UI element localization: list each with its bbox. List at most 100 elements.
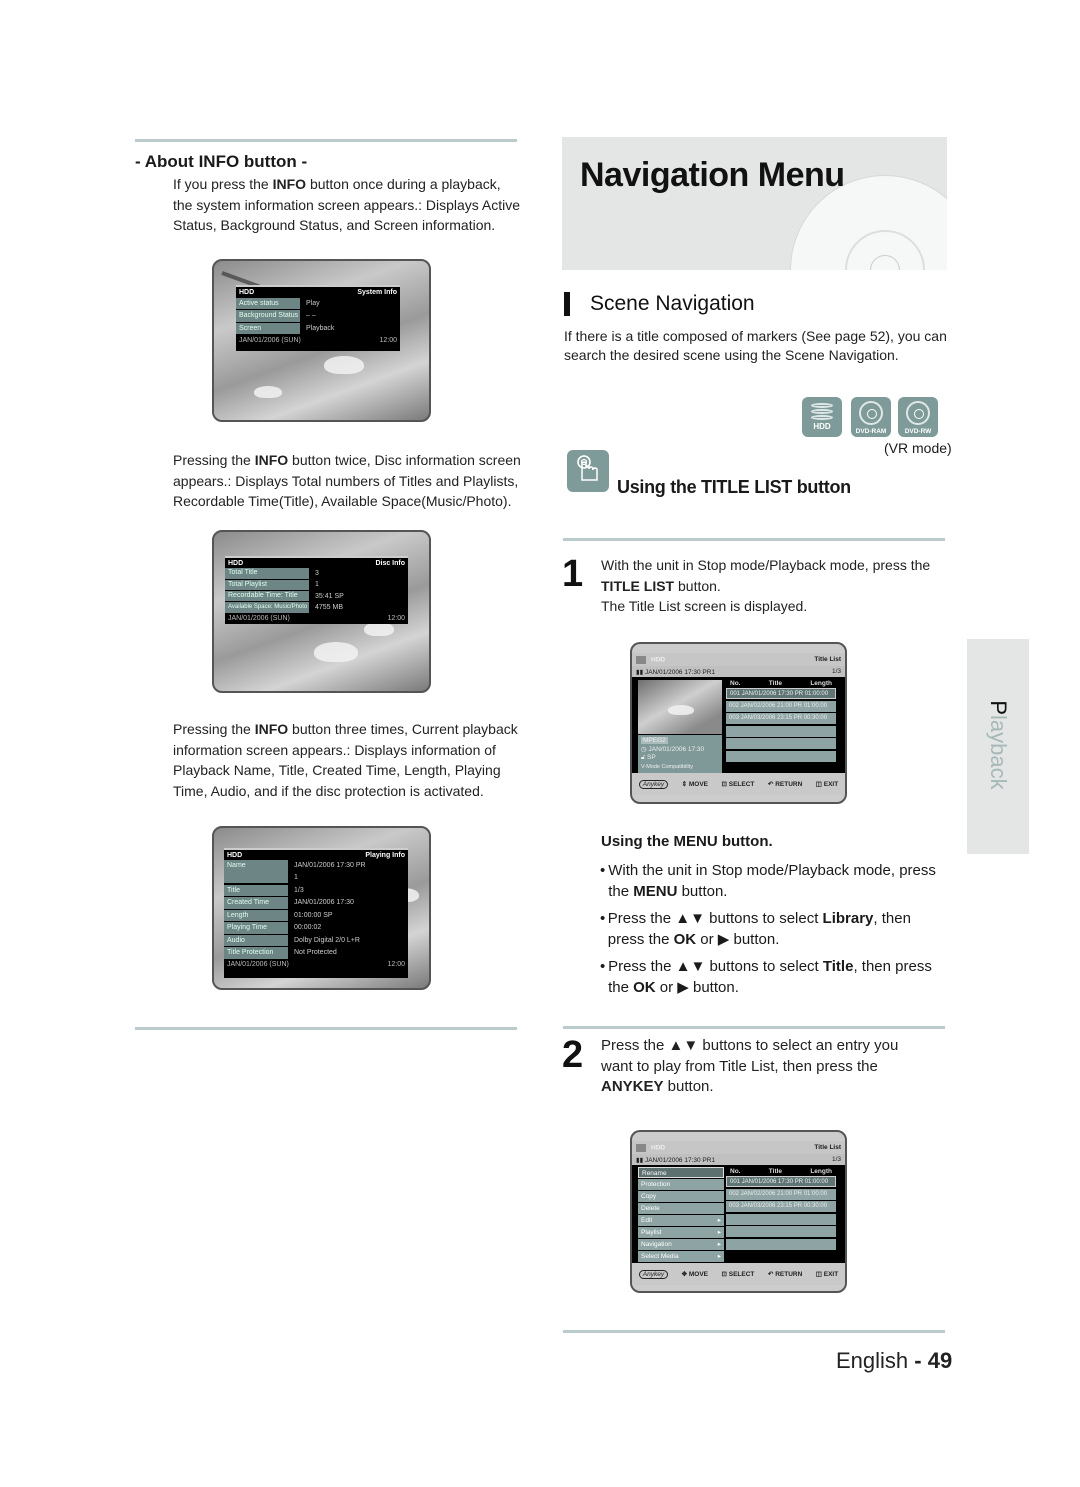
title-row[interactable]: 002 JAN/02/2006 21:00 PR 01:00:00	[726, 700, 836, 712]
title-row-empty	[726, 738, 836, 750]
title-list-footer: Anykey ✥ MOVE ⊡ SELECT ↶ RETURN ◫ EXIT	[632, 1263, 845, 1285]
bullet-item: • Press the ▲▼ buttons to select Library…	[600, 910, 911, 948]
footer-rule	[563, 1330, 945, 1333]
disc-info-screenshot: HDD Disc Info Total Title 3 Total Playlist…	[212, 530, 431, 693]
system-info-screenshot: HDD System Info Active status Play Backgro…	[212, 259, 431, 422]
menu-item-select-media[interactable]: Select Media ▸	[638, 1251, 724, 1262]
anykey-button[interactable]: Anykey	[638, 1269, 669, 1279]
return-hint: ↶ RETURN	[767, 781, 803, 788]
menu-item-copy[interactable]: Copy	[638, 1191, 724, 1202]
title-row-empty	[726, 1213, 836, 1225]
page-number: 49	[927, 1348, 953, 1373]
step-2-text: Press the ▲▼ buttons to select an entry …	[601, 1037, 899, 1095]
osd-row: Audio Dolby Digital 2/0 L+R	[224, 934, 408, 947]
step-number-1: 1	[562, 553, 584, 595]
osd-row: Background Status – –	[236, 310, 400, 323]
title-row-empty	[726, 1226, 836, 1238]
updown-icon: ⇕	[681, 781, 689, 788]
title-list-footer: Anykey ⇕ MOVE ⊡ SELECT ↶ RETURN ◫ EXIT	[632, 773, 845, 795]
bullet-item: • Press the ▲▼ buttons to select Title, …	[600, 958, 932, 996]
menu-bullets: • With the unit in Stop mode/Playback mo…	[600, 860, 945, 998]
select-hint: ⊡ SELECT	[721, 1271, 755, 1278]
title-list: No. Title Length 001 JAN/01/2006 17:30 PR …	[726, 1167, 836, 1252]
subsection-title: Using the TITLE LIST button	[617, 477, 851, 497]
menu-item-playlist[interactable]: Playlist ▸	[638, 1227, 724, 1238]
options-menu: Rename Protection Copy Delete Edit ▸ Play…	[638, 1167, 724, 1263]
dvd-ram-icon: DVD-RAM	[851, 397, 891, 437]
seagull-image	[314, 642, 358, 662]
bullet-item: • With the unit in Stop mode/Playback mo…	[600, 862, 936, 900]
osd-row: Total Playlist 1	[225, 579, 408, 591]
menu-item-edit[interactable]: Edit ▸	[638, 1215, 724, 1226]
title-row-empty	[726, 725, 836, 737]
playing-info-osd: HDD Playing Info Name JAN/01/2006 17:30 PR…	[224, 848, 408, 978]
exit-icon: ◫	[815, 1271, 824, 1278]
anykey-button[interactable]: Anykey	[638, 779, 669, 789]
select-hint: ⊡ SELECT	[721, 781, 755, 788]
title-row-empty	[726, 1238, 836, 1250]
title-row[interactable]: 001 JAN/01/2006 17:30 PR 01:00:00	[726, 688, 836, 699]
hdd-badge-icon	[636, 655, 646, 664]
hdd-badge-icon	[636, 1143, 646, 1152]
osd-row: Playing Time 00:00:02	[224, 922, 408, 935]
section-marker	[564, 292, 570, 316]
page-footer: English - 49	[836, 1348, 953, 1373]
playing-info-screenshot: HDD Playing Info Name JAN/01/2006 17:30 PR…	[212, 826, 431, 990]
title-row[interactable]: 003 JAN/03/2006 23:15 PR 00:30:00	[726, 713, 836, 725]
osd-row: Created Time JAN/01/2006 17:30	[224, 897, 408, 910]
step-1-text: With the unit in Stop mode/Playback mode…	[601, 557, 931, 614]
osd-row: Length 01:00:00 SP	[224, 909, 408, 922]
film-icon: ▮▮	[636, 668, 645, 676]
exit-icon: ◫	[815, 781, 824, 788]
title-list-screenshot: HDD Title List ▮▮ JAN/01/2006 17:30 PR1 …	[630, 642, 847, 804]
osd-row: Screen Playback	[236, 322, 400, 335]
section-description: If there is a title composed of markers …	[564, 328, 947, 363]
exit-hint: ◫ EXIT	[815, 781, 839, 788]
title-info-panel: MPEG2 ◷ JAN/01/2006 17:30 🔓︎ SP V-Mode C…	[638, 735, 722, 773]
menu-item-navigation[interactable]: Navigation ▸	[638, 1239, 724, 1250]
about-info-text: If you press the INFO button once during…	[173, 176, 521, 233]
osd-row: Title 1/3	[224, 884, 408, 897]
four-way-arrow-icon: ✥	[681, 1271, 689, 1278]
chapter-tab-label: Playback	[986, 700, 1011, 790]
osd-row: Active status Play	[236, 297, 400, 310]
menu-item-rename[interactable]: Rename	[638, 1167, 724, 1178]
section-title: Scene Navigation	[590, 292, 755, 315]
about-info-heading: - About INFO button -	[135, 152, 308, 171]
disc-info-osd: HDD Disc Info Total Title 3 Total Playlist…	[225, 556, 408, 624]
title-list: No. Title Length 001 JAN/01/2006 17:30 PR …	[726, 679, 836, 764]
vr-mode-label: (VR mode)	[884, 440, 952, 456]
osd-row: Recordable Time: Title 35:41 SP	[225, 590, 408, 602]
menu-item-delete[interactable]: Delete	[638, 1203, 724, 1214]
osd-row: Title Protection Not Protected	[224, 947, 408, 960]
seagull-image	[324, 356, 364, 374]
menu-item-protection[interactable]: Protection	[638, 1179, 724, 1190]
title-row[interactable]: 001 JAN/01/2006 17:30 PR 01:00:00	[726, 1176, 836, 1187]
title-list-menu-screenshot: HDD Title List ▮▮ JAN/01/2006 17:30 PR1 …	[630, 1130, 847, 1293]
hand-press-icon	[567, 450, 609, 492]
step1-rule	[563, 538, 945, 541]
title-row[interactable]: 003 JAN/03/2006 23:15 PR 00:30:00	[726, 1201, 836, 1213]
return-hint: ↶ RETURN	[767, 1271, 803, 1278]
osd-row: Available Space: Music/Photo 4755 MB	[225, 602, 408, 613]
move-hint: ⇕ MOVE	[681, 781, 708, 788]
system-info-osd: HDD System Info Active status Play Backgro…	[236, 285, 400, 351]
film-icon: ▮▮	[636, 1156, 645, 1164]
bottom-left-rule	[135, 1027, 517, 1030]
osd-row: Name JAN/01/2006 17:30 PR 1	[224, 860, 408, 884]
title-row-empty	[726, 750, 836, 762]
title-row[interactable]: 002 JAN/02/2006 21:00 PR 01:00:00	[726, 1188, 836, 1200]
info-three-times-text: Pressing the INFO button three times, Cu…	[173, 721, 518, 799]
dvd-rw-icon: DVD-RW	[898, 397, 938, 437]
osd-row: Total Title 3	[225, 568, 408, 579]
exit-hint: ◫ EXIT	[815, 1271, 839, 1278]
hdd-icon: HDD	[802, 397, 842, 437]
enter-icon: ⊡	[721, 1271, 729, 1278]
info-twice-text: Pressing the INFO button twice, Disc inf…	[173, 452, 521, 509]
step2-rule	[563, 1026, 945, 1029]
seagull-image	[254, 386, 282, 398]
page-title: Navigation Menu	[580, 156, 845, 194]
top-left-rule	[135, 139, 517, 142]
step-number-2: 2	[562, 1034, 584, 1076]
menu-heading: Using the MENU button.	[601, 833, 773, 850]
